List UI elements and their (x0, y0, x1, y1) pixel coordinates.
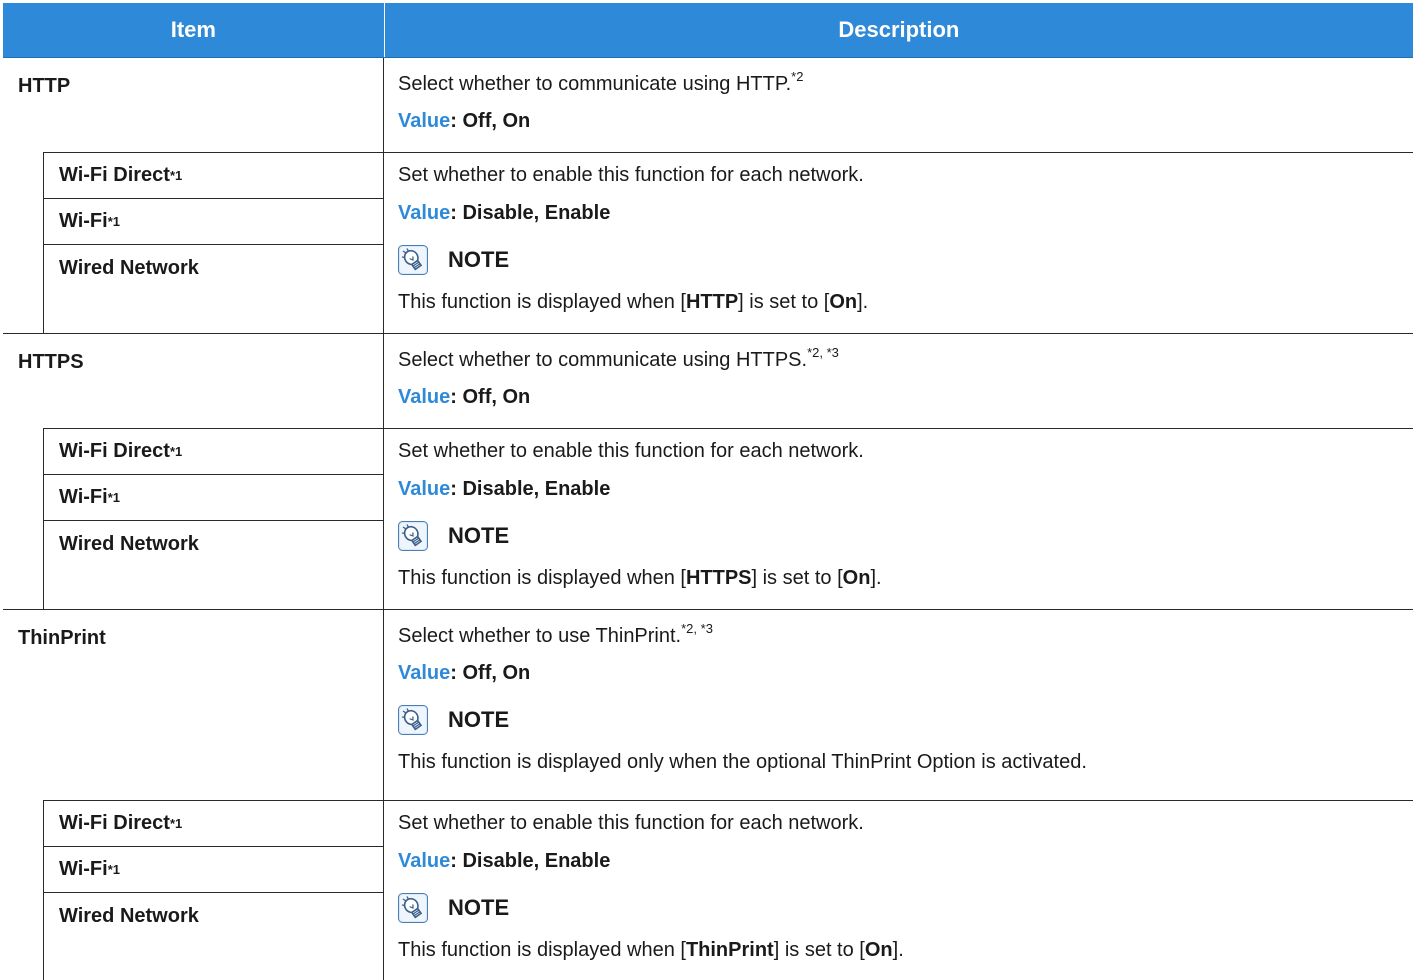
value-line: Value: Disable, Enable (398, 202, 611, 224)
table-row: Wi-Fi Direct *1 Wi-Fi *1 Wired Network Set… (3, 152, 1413, 333)
value-line: Value: Off, On (398, 662, 531, 684)
note-heading: NOTE (398, 703, 1413, 737)
note-heading: NOTE (398, 243, 1413, 277)
description-text: Set whether to enable this function for … (398, 812, 864, 834)
footnote-ref: *2 (791, 69, 804, 84)
note-text: This function is displayed when [HTTP] i… (398, 291, 869, 313)
value-line: Value: Off, On (398, 110, 531, 132)
table-header: Item Description (3, 3, 1413, 58)
sub-item-wifi: Wi-Fi *1 (44, 847, 383, 893)
sub-item-wifi: Wi-Fi *1 (44, 475, 383, 521)
header-description: Description (838, 17, 960, 42)
sub-item-wired-network: Wired Network (59, 532, 199, 555)
table-row: Wi-Fi Direct *1 Wi-Fi *1 Wired Network Set… (3, 428, 1413, 609)
note-lightbulb-icon (398, 705, 428, 735)
note-text: This function is displayed only when the… (398, 751, 1087, 773)
table-row: Wi-Fi Direct *1 Wi-Fi *1 Wired Network Set… (3, 800, 1413, 980)
description-text: Select whether to communicate using HTTP… (398, 69, 804, 95)
table-row: HTTP Select whether to communicate using… (3, 58, 1413, 152)
footnote-ref: *2, *3 (681, 621, 713, 636)
sub-item-list: Wi-Fi Direct *1 Wi-Fi *1 Wired Network (43, 428, 383, 609)
description-text: Select whether to communicate using HTTP… (398, 345, 839, 371)
description-text: Set whether to enable this function for … (398, 440, 864, 462)
sub-item-wifi-direct: Wi-Fi Direct *1 (44, 801, 383, 847)
value-line: Value: Off, On (398, 386, 531, 408)
table-row: HTTPS Select whether to communicate usin… (3, 334, 1413, 428)
sub-item-list: Wi-Fi Direct *1 Wi-Fi *1 Wired Network (43, 152, 383, 333)
footnote-ref: *2, *3 (807, 345, 839, 360)
table-row: ThinPrint Select whether to use ThinPrin… (3, 610, 1413, 800)
sub-item-wired-network: Wired Network (59, 904, 199, 927)
sub-item-wired-network: Wired Network (59, 256, 199, 279)
item-label-http: HTTP (18, 75, 71, 97)
note-text: This function is displayed when [HTTPS] … (398, 567, 882, 589)
sub-item-wifi: Wi-Fi *1 (44, 199, 383, 245)
note-text: This function is displayed when [ThinPri… (398, 939, 904, 961)
note-heading: NOTE (398, 519, 1413, 553)
description-text: Set whether to enable this function for … (398, 164, 864, 186)
item-label-thinprint: ThinPrint (18, 627, 106, 649)
note-heading: NOTE (398, 891, 1413, 925)
value-line: Value: Disable, Enable (398, 850, 611, 872)
header-item: Item (3, 3, 385, 57)
section-https: HTTPS Select whether to communicate usin… (3, 334, 1413, 610)
sub-item-list: Wi-Fi Direct *1 Wi-Fi *1 Wired Network (43, 800, 383, 980)
note-lightbulb-icon (398, 245, 428, 275)
value-line: Value: Disable, Enable (398, 478, 611, 500)
sub-item-wifi-direct: Wi-Fi Direct *1 (44, 153, 383, 199)
item-label-https: HTTPS (18, 351, 84, 373)
section-http: HTTP Select whether to communicate using… (3, 58, 1413, 334)
note-lightbulb-icon (398, 893, 428, 923)
description-text: Select whether to use ThinPrint.*2, *3 (398, 621, 713, 647)
note-lightbulb-icon (398, 521, 428, 551)
sub-item-wifi-direct: Wi-Fi Direct *1 (44, 429, 383, 475)
section-thinprint: ThinPrint Select whether to use ThinPrin… (3, 610, 1413, 980)
settings-table: Item Description HTTP Select whether to … (3, 3, 1413, 980)
